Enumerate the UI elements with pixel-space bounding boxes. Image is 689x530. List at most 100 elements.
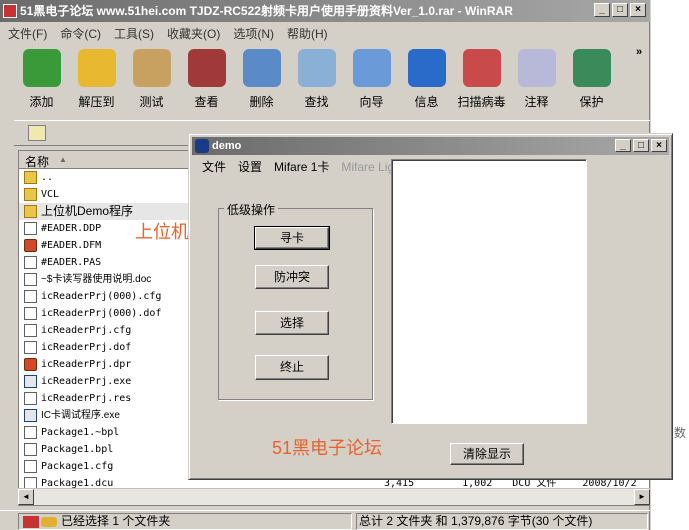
exe-icon — [24, 409, 37, 422]
close-button[interactable]: × — [630, 3, 646, 17]
toolbar-label: 注释 — [524, 95, 549, 109]
column-name-label: 名称 — [25, 155, 50, 169]
toolbar-button-8[interactable]: 扫描病毒 — [454, 45, 509, 117]
window-title: 51黑电子论坛 www.51hei.com TJDZ-RC522射频卡用户使用手… — [20, 4, 513, 18]
menu-favorites[interactable]: 收藏夹(O) — [163, 23, 229, 43]
toolbar-label: 保护 — [579, 95, 604, 109]
file-name: #EADER.PAS — [41, 257, 102, 268]
folder-icon — [24, 205, 37, 218]
doc-icon — [24, 222, 37, 235]
toolbar: 添加 解压到 测试 查看 删除 查找 向导 信息 扫描病毒 注释 保护 — [14, 45, 650, 117]
file-name: #EADER.DFM — [41, 240, 102, 251]
select-button[interactable]: 选择 — [255, 311, 329, 335]
toolbar-label: 测试 — [139, 95, 164, 109]
toolbar-button-3[interactable]: 查看 — [179, 45, 234, 117]
low-level-group-label: 低级操作 — [224, 201, 279, 218]
status-right: 总计 2 文件夹 和 1,379,876 字节(30 个文件) — [356, 513, 648, 530]
file-name: Package1.~bpl — [41, 427, 120, 438]
minimize-button[interactable]: _ — [594, 3, 610, 17]
info-icon — [407, 49, 446, 87]
magnifier-icon — [297, 49, 336, 87]
toolbar-button-5[interactable]: 查找 — [289, 45, 344, 117]
toolbar-button-0[interactable]: 添加 — [14, 45, 69, 117]
doc-icon — [24, 307, 37, 320]
demo-title: demo — [212, 140, 242, 152]
demo-menu-item[interactable]: Mifare 1卡 — [268, 156, 335, 176]
file-name: icReaderPrj.cfg — [41, 325, 132, 336]
toolbar-button-2[interactable]: 测试 — [124, 45, 179, 117]
toolbar-button-7[interactable]: 信息 — [399, 45, 454, 117]
demo-menu-item[interactable]: 文件 — [196, 156, 232, 176]
file-name: icReaderPrj(000).dof — [41, 308, 162, 319]
file-name: icReaderPrj.dof — [41, 342, 132, 353]
demo-minimize-button[interactable]: _ — [615, 139, 631, 152]
toolbar-button-1[interactable]: 解压到 — [69, 45, 124, 117]
anticollision-button[interactable]: 防冲突 — [255, 265, 329, 289]
demo-menu-item[interactable]: 设置 — [232, 156, 268, 176]
file-name: #EADER.DDP — [41, 223, 102, 234]
menu-commands[interactable]: 命令(C) — [56, 23, 110, 43]
horizontal-scrollbar[interactable]: ◄ ► — [18, 488, 650, 505]
file-name: Package1.bpl — [41, 444, 114, 455]
overlay-watermark-forum: 51黑电子论坛 — [272, 438, 383, 458]
demo-titlebar: demo _ □ × — [192, 137, 669, 155]
key-icon — [41, 517, 57, 527]
doc-icon — [24, 341, 37, 354]
file-name: .. — [41, 172, 54, 183]
halt-button[interactable]: 终止 — [255, 355, 329, 380]
file-name: icReaderPrj.res — [41, 393, 132, 404]
add-archive-icon — [22, 49, 61, 87]
doc-icon — [24, 256, 37, 269]
menu-tools[interactable]: 工具(S) — [110, 23, 163, 43]
menu-options[interactable]: 选项(N) — [229, 23, 283, 43]
toolbar-label: 添加 — [29, 95, 54, 109]
file-name: ~$卡读写器使用说明.doc — [41, 274, 152, 285]
file-name: icReaderPrj.dpr — [41, 359, 132, 370]
clear-display-button[interactable]: 清除显示 — [450, 443, 524, 465]
toolbar-button-9[interactable]: 注释 — [509, 45, 564, 117]
demo-maximize-button[interactable]: □ — [633, 139, 649, 152]
find-card-button[interactable]: 寻卡 — [254, 226, 330, 250]
maximize-button[interactable]: □ — [612, 3, 628, 17]
delphi-icon — [24, 358, 37, 371]
pen-icon — [517, 49, 556, 87]
doc-icon — [24, 273, 37, 286]
recycle-bin-icon — [242, 49, 281, 87]
test-checklist-icon — [132, 49, 171, 87]
toolbar-label: 解压到 — [78, 95, 115, 109]
demo-dialog: demo _ □ × 文件设置Mifare 1卡Mifare Light卡DES… — [188, 133, 673, 480]
toolbar-label: 信息 — [414, 95, 439, 109]
scroll-right-arrow[interactable]: ► — [634, 489, 650, 505]
toolbar-label: 删除 — [249, 95, 274, 109]
folder-icon — [24, 171, 37, 184]
up-folder-icon[interactable] — [28, 125, 46, 141]
window-titlebar: 51黑电子论坛 www.51hei.com TJDZ-RC522射频卡用户使用手… — [0, 0, 650, 22]
exe-icon — [24, 375, 37, 388]
doc-icon — [24, 460, 37, 473]
doc-icon — [24, 392, 37, 405]
demo-close-button[interactable]: × — [651, 139, 667, 152]
doctor-icon — [462, 49, 501, 87]
toolbar-button-4[interactable]: 删除 — [234, 45, 289, 117]
file-name: icReaderPrj(000).cfg — [41, 291, 162, 302]
menu-file[interactable]: 文件(F) — [4, 23, 56, 43]
toolbar-label: 查看 — [194, 95, 219, 109]
view-books-icon — [187, 49, 226, 87]
scroll-left-arrow[interactable]: ◄ — [18, 489, 34, 505]
toolbar-label: 扫描病毒 — [457, 95, 506, 109]
doc-icon — [24, 324, 37, 337]
demo-app-icon — [195, 139, 209, 153]
file-name: Package1.cfg — [41, 461, 114, 472]
toolbar-more-chevron[interactable]: » — [636, 46, 642, 58]
toolbar-button-10[interactable]: 保护 — [564, 45, 619, 117]
menu-help[interactable]: 帮助(H) — [283, 23, 337, 43]
status-selection-text: 已经选择 1 个文件夹 — [61, 514, 171, 528]
status-total-text: 总计 2 文件夹 和 1,379,876 字节(30 个文件) — [359, 514, 593, 528]
status-bar: 已经选择 1 个文件夹 总计 2 文件夹 和 1,379,876 字节(30 个… — [0, 510, 650, 530]
extract-folder-icon — [77, 49, 116, 87]
background-partial-text: 数 — [674, 426, 687, 440]
file-name: icReaderPrj.exe — [41, 376, 132, 387]
toolbar-button-6[interactable]: 向导 — [344, 45, 399, 117]
wizard-icon — [352, 49, 391, 87]
output-memo[interactable] — [391, 159, 587, 424]
